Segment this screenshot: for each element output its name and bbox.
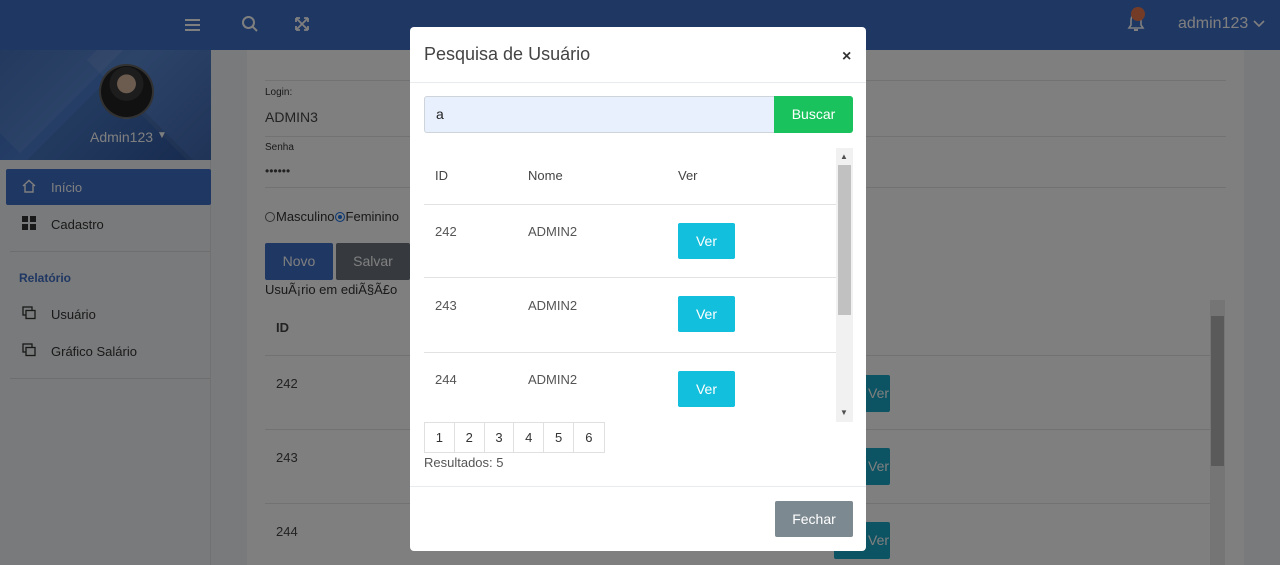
- row-divider: [424, 204, 836, 205]
- divider: [410, 82, 866, 83]
- scrollbar-thumb[interactable]: [838, 165, 851, 315]
- ver-button[interactable]: Ver: [678, 296, 735, 332]
- search-input[interactable]: a: [424, 96, 774, 133]
- table-cell-name: ADMIN2: [528, 298, 578, 313]
- row-divider: [424, 277, 836, 278]
- table-cell-name: ADMIN2: [528, 372, 578, 387]
- table-cell-id: 244: [435, 372, 457, 387]
- table-cell-id: 243: [435, 298, 457, 313]
- table-cell-id: 242: [435, 224, 457, 239]
- results-count: Resultados: 5: [424, 455, 504, 470]
- ver-button[interactable]: Ver: [678, 371, 735, 407]
- column-header-id: ID: [435, 168, 448, 183]
- page-link[interactable]: 4: [514, 423, 545, 452]
- page-link[interactable]: 6: [574, 423, 604, 452]
- search-button[interactable]: Buscar: [774, 96, 853, 133]
- modal-title: Pesquisa de Usuário: [424, 44, 591, 64]
- ver-button[interactable]: Ver: [678, 223, 735, 259]
- table-cell-name: ADMIN2: [528, 224, 578, 239]
- page-link[interactable]: 2: [455, 423, 485, 452]
- scroll-down-icon[interactable]: ▼: [840, 408, 848, 417]
- user-search-modal: Pesquisa de Usuário × a Buscar ID Nome V…: [410, 27, 866, 551]
- page-link[interactable]: 3: [485, 423, 515, 452]
- scroll-up-icon[interactable]: ▲: [840, 152, 848, 161]
- divider: [410, 486, 866, 487]
- close-button[interactable]: Fechar: [775, 501, 853, 537]
- pagination: 1 2 3 4 5 6: [424, 422, 605, 453]
- close-icon[interactable]: ×: [842, 48, 851, 66]
- page-link[interactable]: 1: [425, 423, 455, 452]
- page-link[interactable]: 5: [544, 423, 574, 452]
- results-table: ID Nome Ver 242 ADMIN2 Ver 243 ADMIN2 Ve…: [424, 148, 853, 422]
- row-divider: [424, 352, 836, 353]
- column-header-nome: Nome: [528, 168, 563, 183]
- column-header-ver: Ver: [678, 168, 698, 183]
